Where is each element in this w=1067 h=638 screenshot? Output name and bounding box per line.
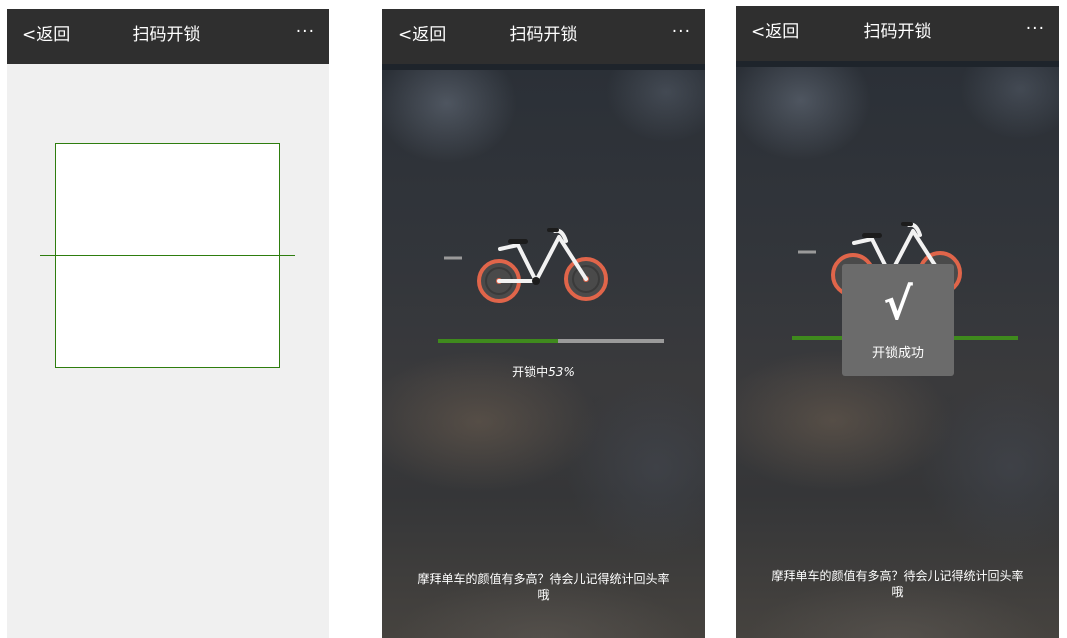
unlock-progress-fill (438, 339, 558, 343)
tip-text: 摩拜单车的颜值有多高？待会儿记得统计回头率哦 (417, 572, 670, 602)
blurred-camera-background (382, 69, 705, 638)
check-icon: √ (883, 279, 913, 330)
unlock-success-toast: √ 开锁成功 (842, 264, 954, 376)
nav-divider (736, 61, 1059, 67)
nav-bar: <返回 扫码开锁 ··· (382, 9, 705, 64)
nav-bar: <返回 扫码开锁 ··· (736, 6, 1059, 61)
unlock-success-screen: <返回 扫码开锁 ··· √ 开锁成功 摩拜单车的颜值有多高？待会儿记得统计回头… (736, 6, 1059, 638)
unlock-progress-percent: 53% (548, 365, 575, 379)
unlocking-screen: <返回 扫码开锁 ··· 开锁中53% 摩拜单车的颜值有多高？待会儿记得统计回头… (382, 9, 705, 638)
nav-bar: <返回 扫码开锁 ··· (7, 9, 329, 64)
page-title: 扫码开锁 (132, 25, 201, 45)
toast-message: 开锁成功 (871, 346, 924, 361)
page-title: 扫码开锁 (509, 25, 578, 45)
more-menu-button[interactable]: ··· (296, 21, 315, 43)
unlock-progress-prefix: 开锁中 (512, 365, 549, 379)
bike-icon (444, 228, 608, 303)
scan-screen: <返回 扫码开锁 ··· (7, 9, 329, 638)
more-menu-button[interactable]: ··· (1026, 18, 1045, 40)
tip-text: 摩拜单车的颜值有多高？待会儿记得统计回头率哦 (771, 569, 1024, 599)
scan-line (40, 255, 295, 256)
page-title: 扫码开锁 (863, 22, 932, 42)
nav-divider (382, 64, 705, 70)
unlock-progress-label: 开锁中53% (382, 363, 705, 380)
unlock-progress-bar (438, 339, 664, 343)
more-menu-button[interactable]: ··· (672, 21, 691, 43)
